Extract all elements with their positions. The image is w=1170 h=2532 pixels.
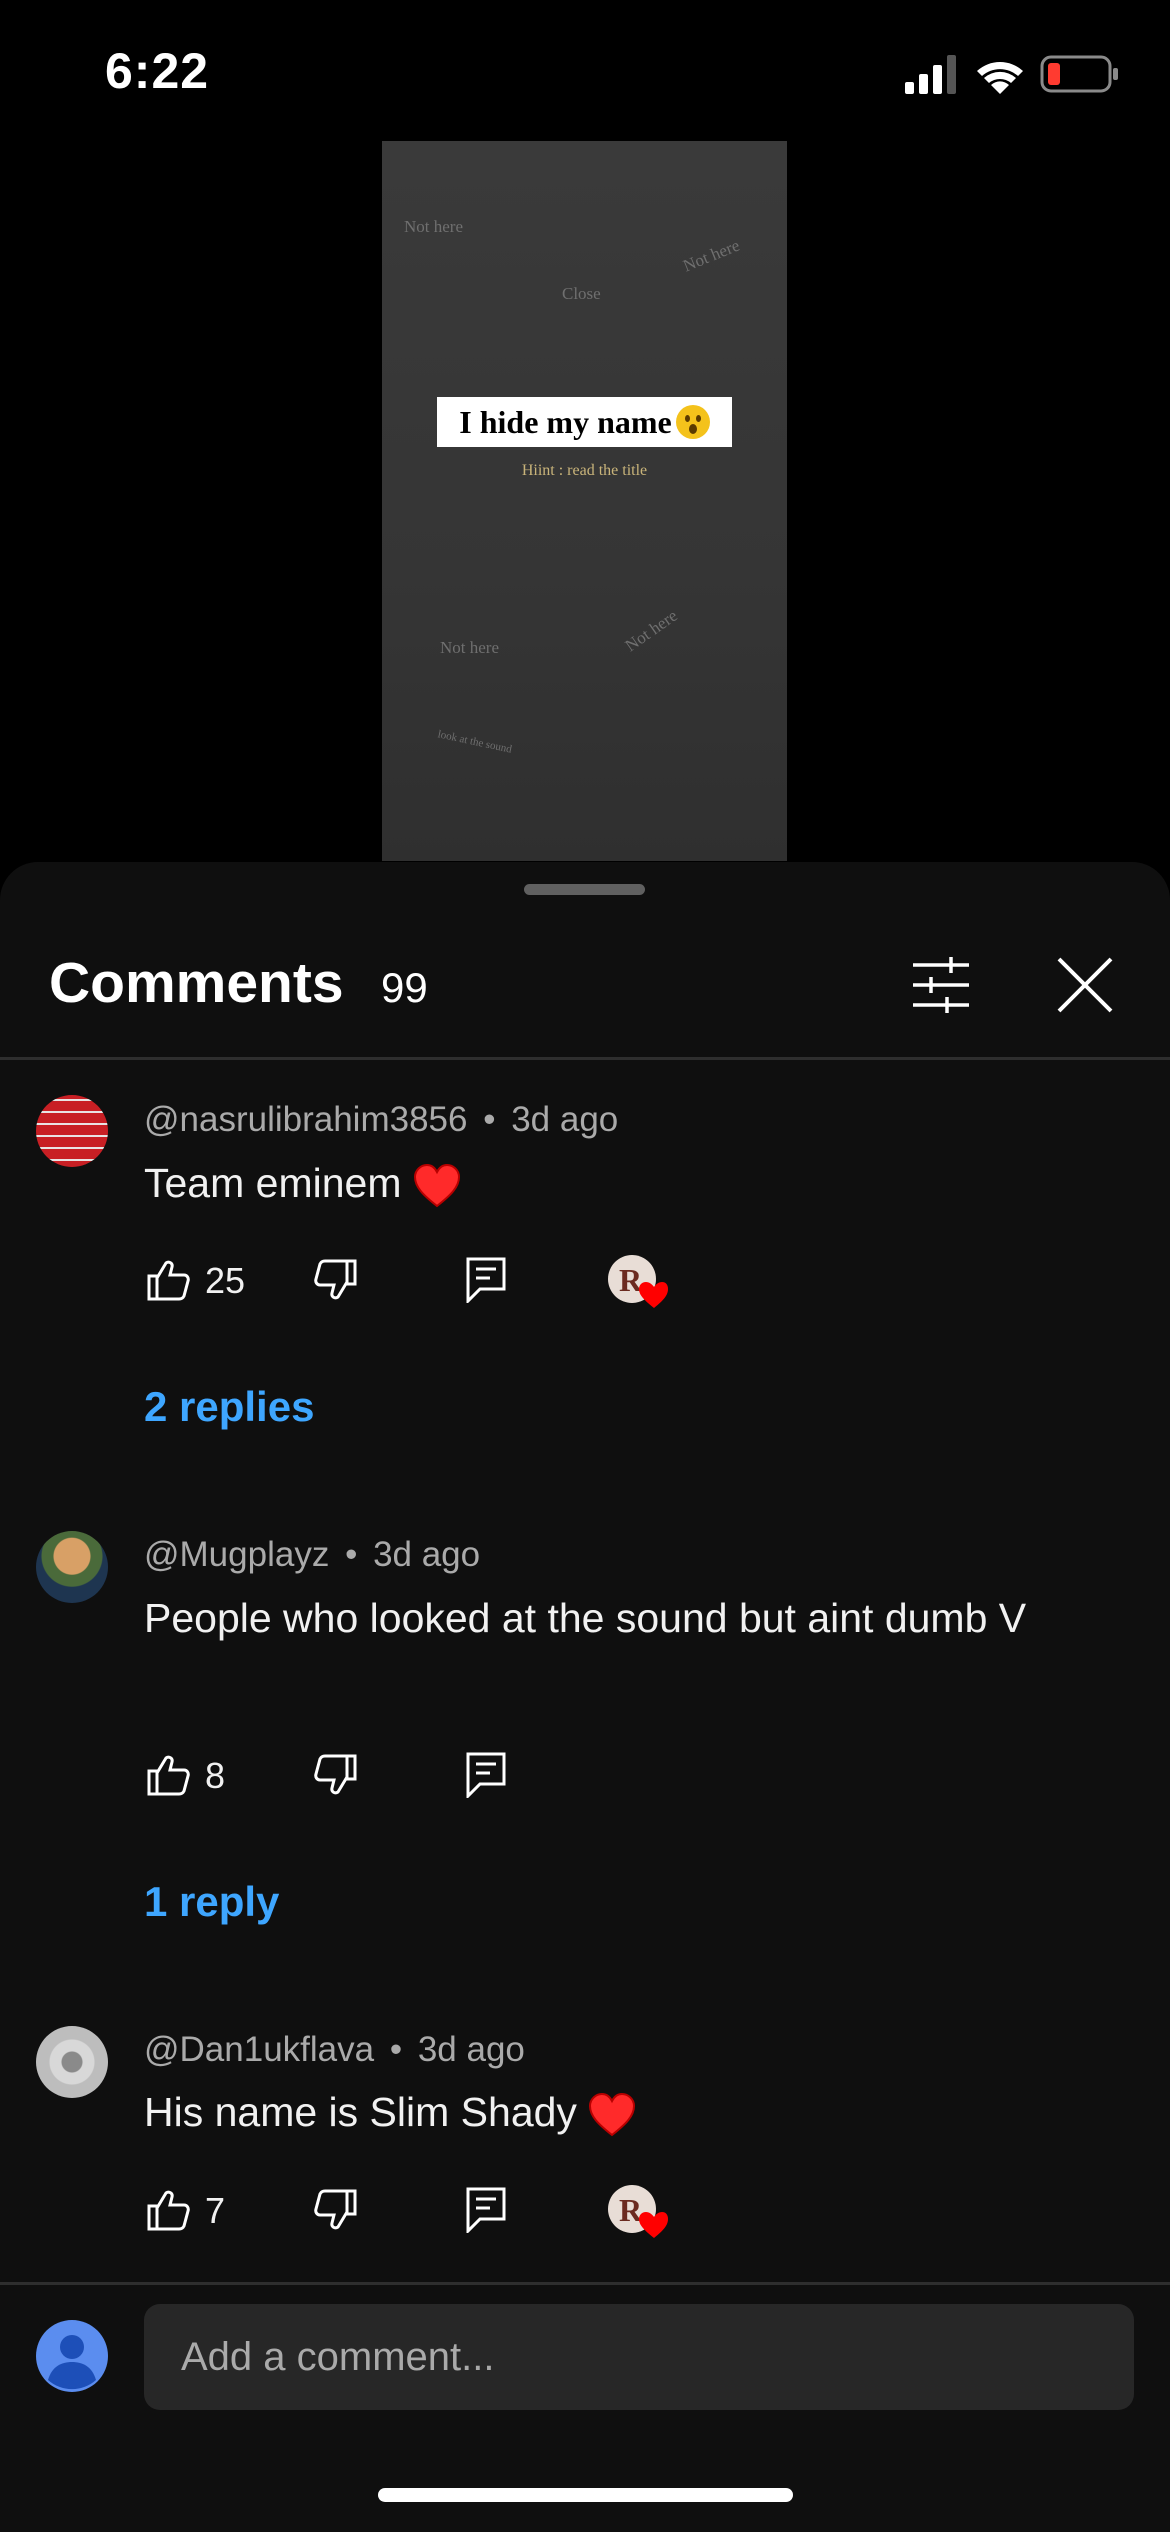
- sheet-title: Comments: [49, 951, 344, 1015]
- faint-text: look at the sound: [436, 728, 513, 756]
- like-count: 25: [205, 1260, 246, 1301]
- like-icon: [147, 2190, 190, 2231]
- comment-count: 99: [381, 964, 428, 1011]
- comment-author[interactable]: @Dan1ukflava: [144, 2030, 374, 2069]
- comment-text: People who looked at the sound but aint …: [144, 1595, 1027, 1641]
- close-button[interactable]: [1050, 950, 1120, 1020]
- comment-meta: @nasrulibrahim3856 • 3d ago: [144, 1100, 618, 1140]
- comment-text-content: Team eminem: [144, 1160, 402, 1206]
- video-title-box: I hide my name: [437, 397, 732, 447]
- signal-icon: [905, 55, 956, 94]
- reply-button[interactable]: [462, 1751, 510, 1799]
- comment-author[interactable]: @Mugplayz: [144, 1535, 329, 1574]
- comment-text-content: His name is Slim Shady: [144, 2089, 577, 2135]
- replies-link[interactable]: 1 reply: [144, 1878, 279, 1926]
- video-title: I hide my name: [459, 403, 672, 440]
- comment-text: His name is Slim Shady: [144, 2082, 1074, 2142]
- faint-text: Close: [562, 284, 601, 303]
- dislike-icon: [314, 1754, 357, 1795]
- status-icons: [905, 55, 1118, 94]
- heart-emoji-icon: [413, 1164, 460, 1208]
- heart-emoji-icon: [589, 2093, 636, 2137]
- faint-text: Not here: [680, 235, 743, 276]
- dislike-icon: [314, 2189, 357, 2230]
- battery-icon: [1040, 55, 1118, 93]
- svg-text:R: R: [619, 2192, 643, 2228]
- dislike-button[interactable]: [312, 1751, 360, 1799]
- meta-separator: •: [483, 1100, 496, 1139]
- comment-age: 3d ago: [511, 1100, 619, 1139]
- dislike-button[interactable]: [312, 1256, 360, 1304]
- sheet-drag-handle[interactable]: [524, 884, 645, 895]
- svg-text:R: R: [619, 1262, 643, 1298]
- replies-link[interactable]: 2 replies: [144, 1383, 314, 1431]
- like-count: 8: [205, 1755, 226, 1796]
- reply-icon: [466, 2187, 506, 2233]
- video-hint: Hiint : read the title: [521, 462, 648, 479]
- reply-icon: [466, 1257, 506, 1303]
- add-comment-placeholder: Add a comment...: [181, 2334, 495, 2379]
- faint-text: Not here: [440, 638, 500, 657]
- comment-text: Team eminem: [144, 1153, 1074, 1213]
- like-button[interactable]: [144, 2186, 192, 2234]
- meta-separator: •: [345, 1535, 358, 1574]
- like-icon: [147, 1755, 190, 1796]
- comment-meta: @Dan1ukflava • 3d ago: [144, 2030, 525, 2070]
- comment-age: 3d ago: [417, 2030, 525, 2069]
- comment-author[interactable]: @nasrulibrahim3856: [144, 1100, 467, 1139]
- faint-text: Not here: [621, 605, 681, 656]
- like-count: 7: [205, 2190, 226, 2231]
- like-button[interactable]: [144, 1256, 192, 1304]
- filter-button[interactable]: [906, 950, 976, 1020]
- filter-icon: [913, 957, 969, 1013]
- wifi-icon: [977, 62, 1023, 94]
- meta-separator: •: [389, 2030, 403, 2069]
- like-icon: [147, 1260, 190, 1301]
- home-indicator[interactable]: [378, 2488, 793, 2502]
- surprised-emoji-icon: [675, 405, 710, 439]
- dislike-button[interactable]: [312, 2186, 360, 2234]
- video-player[interactable]: Not here Close Not here Not here Not her…: [382, 141, 787, 861]
- comment-age: 3d ago: [373, 1535, 481, 1574]
- avatar[interactable]: [36, 1531, 108, 1603]
- user-avatar-icon[interactable]: [36, 2320, 108, 2392]
- header-divider: [0, 1057, 1170, 1060]
- input-divider: [0, 2282, 1170, 2285]
- status-time: 6:22: [105, 43, 210, 99]
- close-icon: [1057, 957, 1113, 1013]
- reply-icon: [466, 1752, 506, 1798]
- comment-meta: @Mugplayz • 3d ago: [144, 1535, 480, 1575]
- creator-heart-icon: R: [608, 1255, 668, 1308]
- avatar[interactable]: [36, 1095, 108, 1167]
- avatar[interactable]: [36, 2026, 108, 2098]
- creator-heart-icon: R: [608, 2185, 668, 2238]
- reply-button[interactable]: [462, 1256, 510, 1304]
- like-button[interactable]: [144, 1751, 192, 1799]
- reply-button[interactable]: [462, 2186, 510, 2234]
- faint-text: Not here: [404, 217, 464, 236]
- add-comment-input[interactable]: Add a comment...: [144, 2304, 1134, 2410]
- dislike-icon: [314, 1259, 357, 1300]
